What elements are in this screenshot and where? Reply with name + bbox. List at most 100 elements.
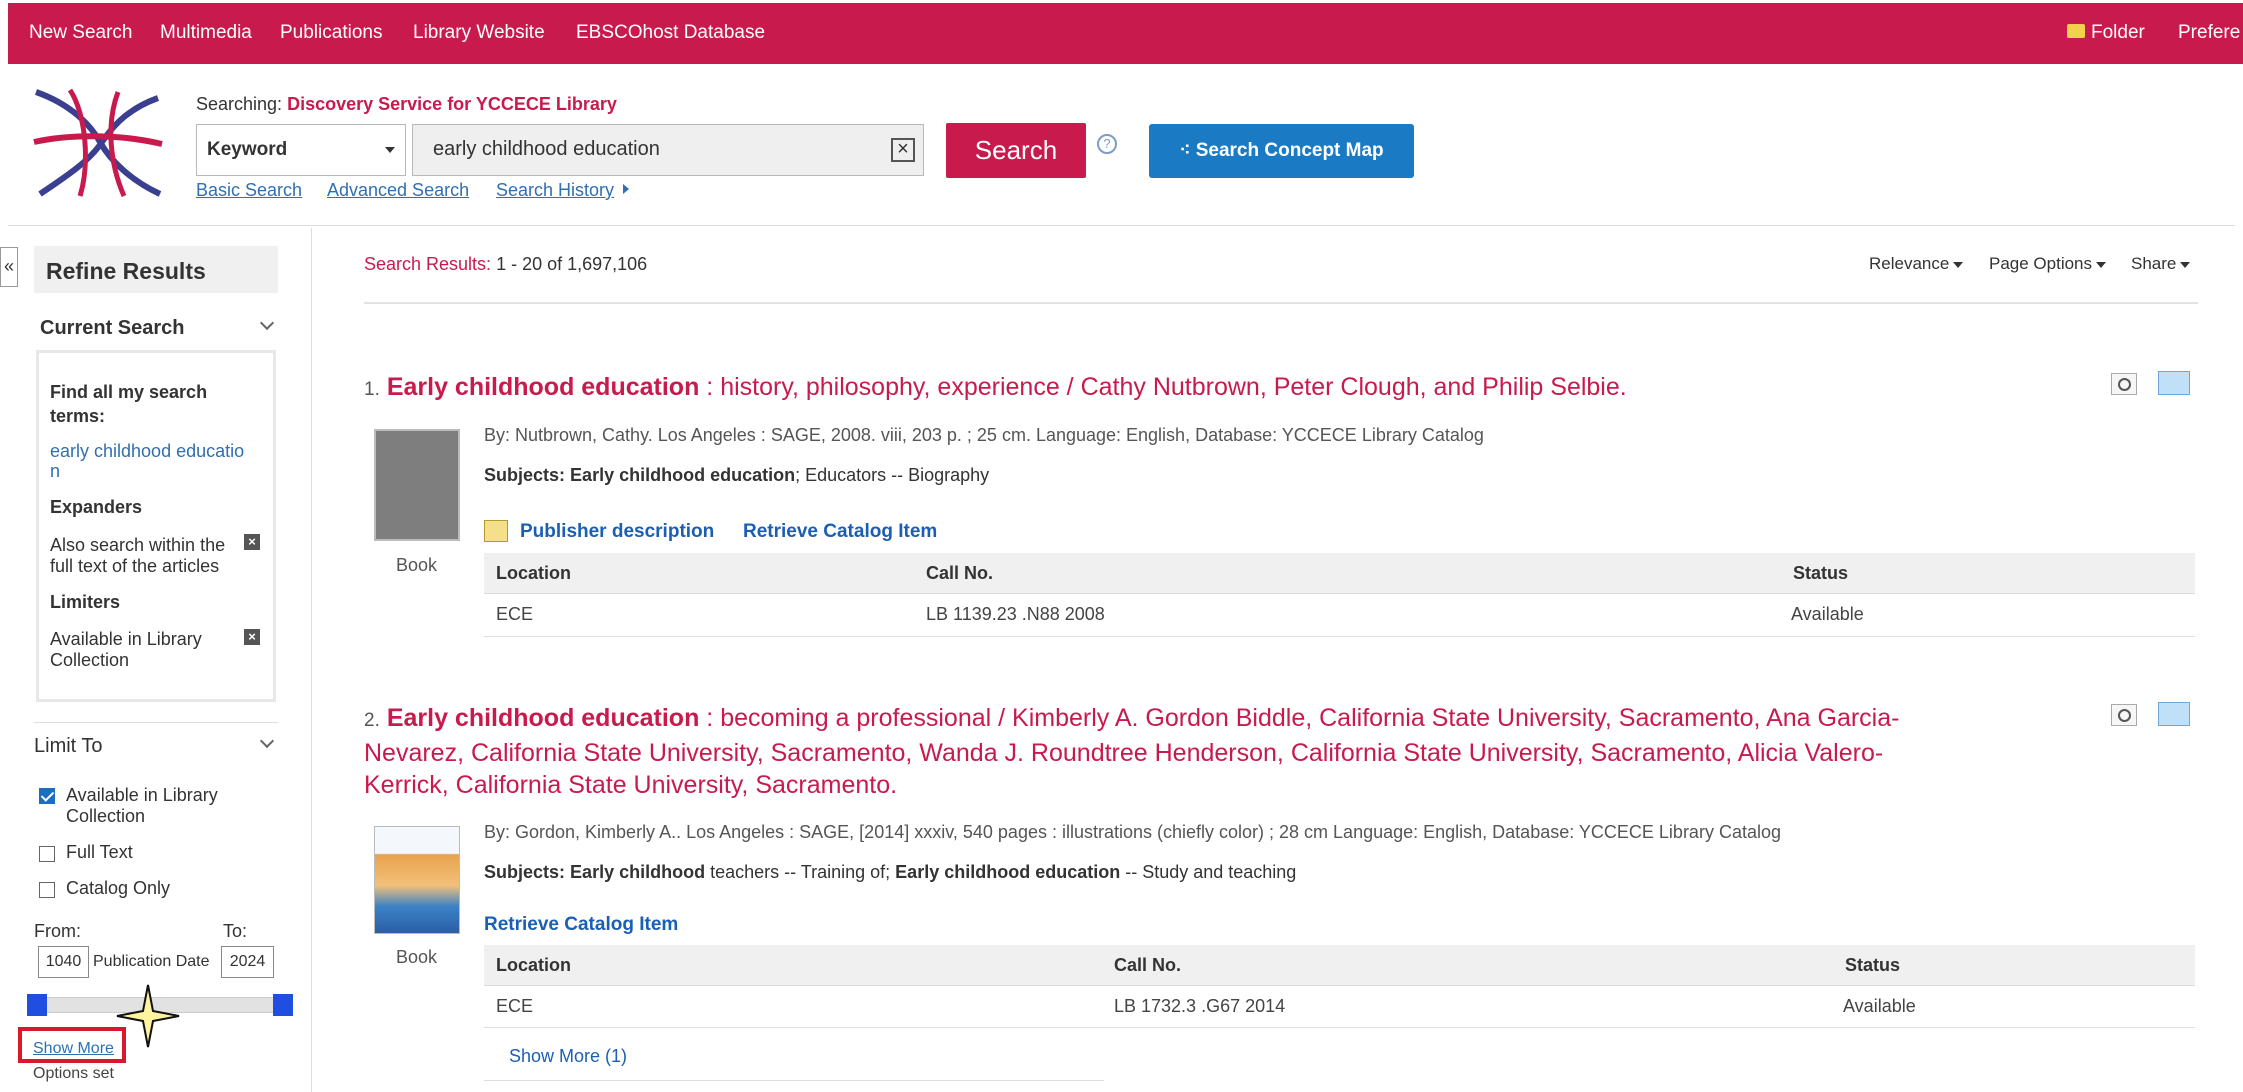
publisher-description-icon xyxy=(484,520,508,542)
collapse-sidebar-button[interactable]: « xyxy=(0,247,18,287)
results-divider xyxy=(364,302,2198,304)
result-metadata: By: Gordon, Kimberly A.. Los Angeles : S… xyxy=(484,822,1781,842)
share-dropdown[interactable]: Share xyxy=(2131,254,2191,274)
holding-status: Available xyxy=(1843,996,1916,1016)
col-call-no: Call No. xyxy=(1114,955,1182,975)
show-more-holdings-link[interactable]: Show More (1) xyxy=(509,1046,627,1067)
basic-search-link[interactable]: Basic Search xyxy=(196,180,302,201)
search-term-link[interactable]: early childhood educatio n xyxy=(50,441,244,481)
search-history-link[interactable]: Search History xyxy=(496,180,614,201)
result-type-label: Book xyxy=(396,555,438,575)
slider-handle-from[interactable] xyxy=(27,994,47,1016)
ebsco-logo[interactable] xyxy=(30,84,166,202)
full-text-label: Full Text xyxy=(66,842,133,862)
help-icon[interactable]: ? xyxy=(1097,134,1117,154)
limit-to-heading[interactable]: Limit To xyxy=(34,735,103,758)
sort-dropdown[interactable]: Relevance xyxy=(1869,254,1964,274)
chevron-down-icon xyxy=(1953,261,1964,268)
advanced-search-link[interactable]: Advanced Search xyxy=(327,180,469,201)
result-subjects: Subjects: Early childhood education; Edu… xyxy=(484,465,990,485)
chevron-down-icon xyxy=(385,147,395,153)
searching-label: Searching: Discovery Service for YCCECE … xyxy=(196,94,617,114)
search-field-select[interactable]: Keyword xyxy=(196,124,406,176)
nav-multimedia[interactable]: Multimedia xyxy=(160,22,252,44)
nav-preferences[interactable]: Prefere xyxy=(2178,22,2240,44)
holding-location: ECE xyxy=(496,996,534,1016)
remove-expander-icon[interactable]: × xyxy=(244,534,260,550)
result-title[interactable]: 1. Early childhood education : history, … xyxy=(364,371,2124,406)
preview-icon[interactable] xyxy=(2111,373,2137,395)
result-title[interactable]: 2. Early childhood education : becoming … xyxy=(364,702,2084,801)
expander-item: Also search within the full text of the a… xyxy=(50,535,226,576)
header-divider xyxy=(8,225,2235,226)
refine-results-heading: Refine Results xyxy=(34,246,278,293)
preview-icon[interactable] xyxy=(2111,704,2137,726)
search-button[interactable]: Search xyxy=(946,123,1086,178)
chevron-down-icon[interactable] xyxy=(259,733,275,749)
available-in-library-label: Available in Library Collection xyxy=(66,785,218,826)
add-to-folder-icon[interactable] xyxy=(2158,371,2190,395)
sidebar-divider xyxy=(34,722,278,723)
col-call-no: Call No. xyxy=(926,563,994,583)
col-status: Status xyxy=(1845,955,1901,975)
col-location: Location xyxy=(496,955,571,975)
limiter-item: Available in Library Collection xyxy=(50,629,202,670)
retrieve-catalog-item-link[interactable]: Retrieve Catalog Item xyxy=(484,914,678,936)
table-row-divider xyxy=(484,593,2195,594)
show-more-link[interactable]: Show More xyxy=(33,1040,114,1058)
nav-new-search[interactable]: New Search xyxy=(29,22,133,44)
table-row-divider xyxy=(484,636,2195,637)
table-row-divider xyxy=(484,1080,1104,1081)
sidebar-divider-vertical xyxy=(311,228,312,1092)
nav-publications[interactable]: Publications xyxy=(280,22,382,44)
nav-library-website[interactable]: Library Website xyxy=(413,22,545,44)
page-options-dropdown[interactable]: Page Options xyxy=(1989,254,2107,274)
holding-location: ECE xyxy=(496,604,534,624)
chevron-down-icon xyxy=(2096,261,2107,268)
result-metadata: By: Nutbrown, Cathy. Los Angeles : SAGE,… xyxy=(484,425,1484,445)
col-location: Location xyxy=(496,563,571,583)
holding-call-no: LB 1732.3 .G67 2014 xyxy=(1114,996,1286,1016)
full-text-checkbox[interactable] xyxy=(39,846,55,862)
chevron-down-icon xyxy=(2180,261,2191,268)
to-date-input[interactable]: 2024 xyxy=(221,946,274,978)
clear-search-icon[interactable]: × xyxy=(891,138,915,162)
retrieve-catalog-item-link[interactable]: Retrieve Catalog Item xyxy=(743,521,937,543)
result-subjects: Subjects: Early childhood teachers -- Tr… xyxy=(484,862,1297,882)
chevron-right-icon xyxy=(623,184,629,194)
holding-status: Available xyxy=(1791,604,1864,624)
expanders-label: Expanders xyxy=(50,497,143,517)
to-label: To: xyxy=(223,921,248,941)
col-status: Status xyxy=(1793,563,1849,583)
available-in-library-checkbox[interactable] xyxy=(39,788,55,804)
table-row-divider xyxy=(484,1027,2195,1028)
folder-icon[interactable] xyxy=(2067,24,2085,38)
nav-ebscohost-database[interactable]: EBSCOhost Database xyxy=(576,22,765,44)
remove-limiter-icon[interactable]: × xyxy=(244,629,260,645)
add-to-folder-icon[interactable] xyxy=(2158,702,2190,726)
catalog-only-checkbox[interactable] xyxy=(39,882,55,898)
slider-handle-to[interactable] xyxy=(273,994,293,1016)
concept-map-icon: ⁖ xyxy=(1179,140,1196,161)
publisher-description-link[interactable]: Publisher description xyxy=(520,521,714,543)
current-search-heading[interactable]: Current Search xyxy=(40,317,185,340)
chevron-down-icon[interactable] xyxy=(259,315,275,331)
database-name: Discovery Service for YCCECE Library xyxy=(287,94,617,114)
publication-date-label: Publication Date xyxy=(93,953,210,970)
catalog-only-label: Catalog Only xyxy=(66,878,171,898)
holdings-table-header xyxy=(484,945,2195,985)
holdings-table-header xyxy=(484,553,2195,593)
search-concept-map-button[interactable]: ⁖ Search Concept Map xyxy=(1149,124,1414,178)
book-cover-image[interactable] xyxy=(374,429,460,541)
holding-call-no: LB 1139.23 .N88 2008 xyxy=(926,604,1105,624)
search-input[interactable]: early childhood education xyxy=(412,124,924,176)
find-all-label: Find all my search terms: xyxy=(50,382,208,426)
book-cover-image[interactable] xyxy=(374,826,460,934)
result-type-label: Book xyxy=(396,947,438,967)
table-row-divider xyxy=(484,985,2195,986)
results-count: Search Results: 1 - 20 of 1,697,106 xyxy=(364,254,648,274)
options-set-label: Options set xyxy=(33,1065,114,1082)
limiters-label: Limiters xyxy=(50,592,121,612)
from-date-input[interactable]: 1040 xyxy=(38,946,89,978)
nav-folder[interactable]: Folder xyxy=(2091,22,2145,44)
